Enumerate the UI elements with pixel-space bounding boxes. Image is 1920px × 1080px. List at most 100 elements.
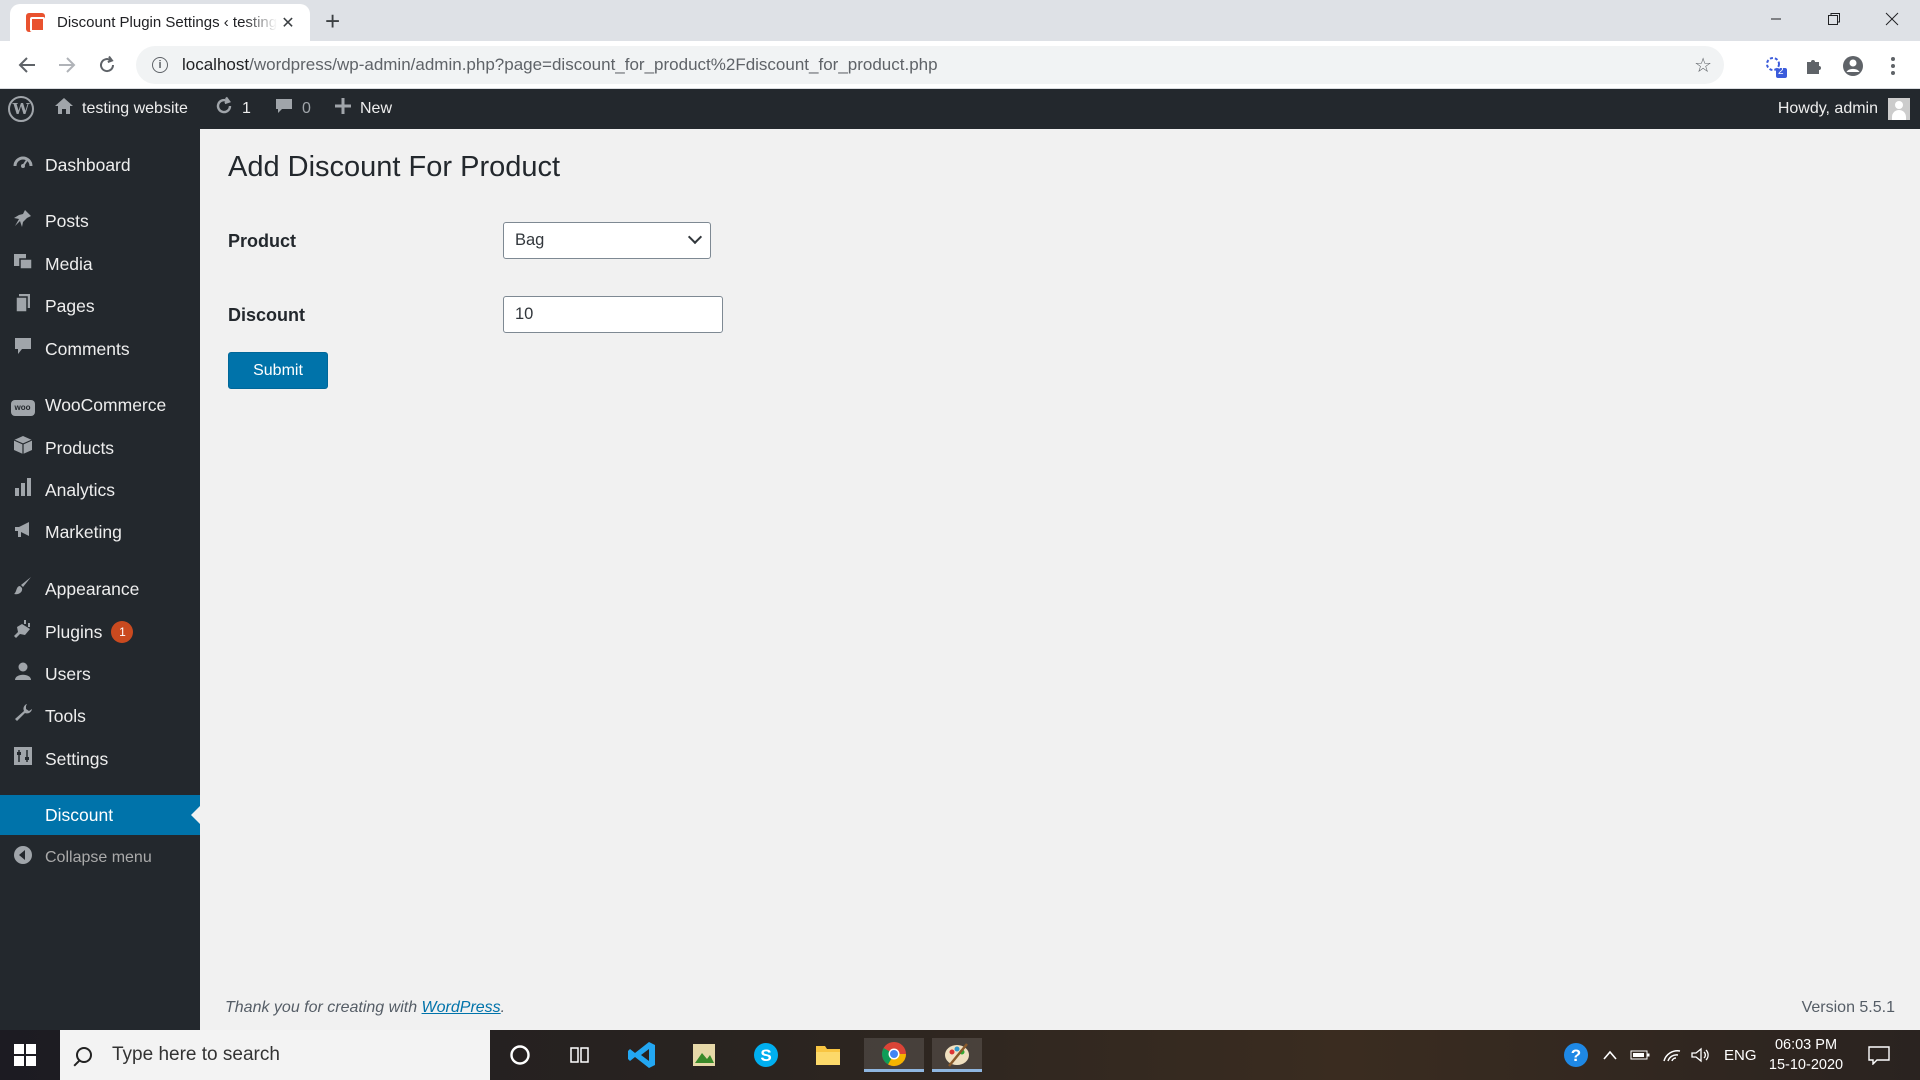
browser-tab[interactable]: Discount Plugin Settings ‹ testing websi…	[10, 4, 310, 41]
site-favicon-icon	[26, 13, 45, 32]
windows-taskbar: Type here to search S ? ENG 06:03 PM 15-…	[0, 1030, 1920, 1080]
collapse-icon	[0, 845, 45, 871]
page-title: Add Discount For Product	[228, 151, 561, 183]
image-viewer-icon[interactable]	[684, 1038, 724, 1072]
site-name-link[interactable]: testing website	[54, 89, 188, 129]
paint-icon[interactable]	[932, 1038, 982, 1072]
sidebar-item-tools[interactable]: Tools	[0, 696, 200, 736]
user-icon	[0, 661, 45, 687]
chrome-icon[interactable]	[864, 1038, 924, 1072]
footer-version: Version 5.5.1	[1801, 999, 1895, 1016]
notifications-icon[interactable]	[1868, 1030, 1890, 1080]
account-menu[interactable]: Howdy, admin	[1778, 89, 1910, 129]
browser-tab-strip: Discount Plugin Settings ‹ testing websi…	[0, 0, 1920, 41]
reload-icon[interactable]	[92, 51, 122, 79]
sidebar-item-discount[interactable]: Discount	[0, 795, 200, 835]
minimize-icon[interactable]	[1748, 0, 1804, 38]
woo-icon: woo	[0, 394, 45, 416]
main-content: Add Discount For Product Product Bag Dis…	[200, 129, 1920, 1030]
product-label: Product	[228, 231, 297, 251]
sidebar-item-comments[interactable]: Comments	[0, 329, 200, 369]
pin-icon	[0, 208, 45, 234]
language-indicator[interactable]: ENG	[1724, 1030, 1757, 1080]
megaphone-icon	[0, 519, 45, 545]
settings-icon	[0, 746, 45, 772]
plug-icon	[0, 619, 45, 645]
new-content-link[interactable]: New	[334, 89, 392, 129]
box-icon	[0, 435, 45, 461]
sidebar-item-analytics[interactable]: Analytics	[0, 470, 200, 510]
back-arrow-icon[interactable]	[12, 51, 42, 79]
plugins-update-badge: 1	[111, 621, 134, 643]
wrench-icon	[0, 703, 45, 729]
product-select[interactable]: Bag	[503, 222, 711, 259]
media-icon	[0, 251, 45, 277]
tab-title: Discount Plugin Settings ‹ testing websi…	[57, 14, 277, 31]
sidebar-item-dashboard[interactable]: Dashboard	[0, 145, 200, 185]
pages-icon	[0, 293, 45, 319]
discount-input[interactable]	[503, 296, 723, 333]
sidebar-item-woocommerce[interactable]: woo WooCommerce	[0, 385, 200, 425]
sidebar-item-plugins[interactable]: Plugins 1	[0, 612, 200, 652]
sidebar-item-products[interactable]: Products	[0, 428, 200, 468]
sidebar-item-media[interactable]: Media	[0, 244, 200, 284]
plus-icon	[334, 97, 352, 121]
brush-icon	[0, 576, 45, 602]
wp-admin-bar: W testing website 1 0 New Howdy, admin	[0, 89, 1920, 129]
forward-arrow-icon[interactable]	[52, 51, 82, 79]
taskbar-search-box[interactable]: Type here to search	[60, 1030, 490, 1080]
updates-link[interactable]: 1	[214, 89, 251, 129]
sidebar-item-users[interactable]: Users	[0, 654, 200, 694]
browser-menu-icon[interactable]	[1880, 53, 1906, 79]
puzzle-icon[interactable]	[1800, 53, 1826, 79]
footer-thanks: Thank you for creating with WordPress.	[225, 999, 506, 1016]
restore-icon[interactable]	[1806, 0, 1862, 38]
skype-icon[interactable]: S	[746, 1038, 786, 1072]
wifi-icon[interactable]	[1662, 1030, 1682, 1080]
admin-sidebar: Dashboard Posts Media Pages Comments woo…	[0, 129, 200, 1030]
sidebar-item-settings[interactable]: Settings	[0, 739, 200, 779]
sidebar-item-posts[interactable]: Posts	[0, 201, 200, 241]
bookmark-star-icon[interactable]: ☆	[1694, 53, 1712, 78]
site-info-icon[interactable]: i	[152, 57, 168, 73]
wordpress-link[interactable]: WordPress	[422, 999, 501, 1016]
extension-icon[interactable]: 2	[1762, 53, 1788, 79]
comments-link[interactable]: 0	[274, 89, 311, 129]
help-tray-icon[interactable]: ?	[1562, 1030, 1590, 1080]
vscode-icon[interactable]	[622, 1038, 662, 1072]
url-text: localhost/wordpress/wp-admin/admin.php?p…	[182, 55, 938, 74]
cortana-icon[interactable]	[500, 1038, 540, 1072]
sidebar-item-pages[interactable]: Pages	[0, 286, 200, 326]
svg-text:S: S	[760, 1046, 771, 1065]
comment-icon	[0, 336, 45, 362]
product-selected-value: Bag	[515, 231, 545, 249]
collapse-menu-button[interactable]: Collapse menu	[0, 838, 200, 878]
sidebar-item-marketing[interactable]: Marketing	[0, 512, 200, 552]
discount-label: Discount	[228, 305, 306, 325]
windows-start-icon[interactable]	[14, 1044, 36, 1066]
volume-icon[interactable]	[1690, 1030, 1710, 1080]
taskbar-clock[interactable]: 06:03 PM 15-10-2020	[1762, 1035, 1850, 1075]
avatar	[1888, 98, 1910, 120]
chevron-up-icon[interactable]	[1602, 1030, 1618, 1080]
updates-icon	[214, 96, 234, 122]
sidebar-item-appearance[interactable]: Appearance	[0, 569, 200, 609]
search-icon	[76, 1047, 92, 1063]
chevron-down-icon	[687, 229, 703, 245]
profile-icon[interactable]	[1840, 53, 1866, 79]
submit-button[interactable]: Submit	[228, 352, 328, 389]
dashboard-icon	[0, 152, 45, 178]
comment-bubble-icon	[274, 97, 294, 121]
task-view-icon[interactable]	[560, 1038, 600, 1072]
tab-close-icon[interactable]: ✕	[278, 13, 298, 33]
browser-toolbar: i localhost/wordpress/wp-admin/admin.php…	[0, 41, 1920, 89]
new-tab-button[interactable]: +	[325, 6, 340, 36]
extension-badge: 2	[1778, 66, 1784, 77]
address-bar[interactable]: i localhost/wordpress/wp-admin/admin.php…	[136, 46, 1724, 84]
battery-icon[interactable]	[1630, 1030, 1650, 1080]
window-close-icon[interactable]	[1864, 0, 1920, 38]
bar-chart-icon	[0, 477, 45, 503]
svg-text:?: ?	[1571, 1046, 1581, 1065]
file-explorer-icon[interactable]	[808, 1038, 848, 1072]
wordpress-logo-icon[interactable]: W	[8, 89, 34, 129]
